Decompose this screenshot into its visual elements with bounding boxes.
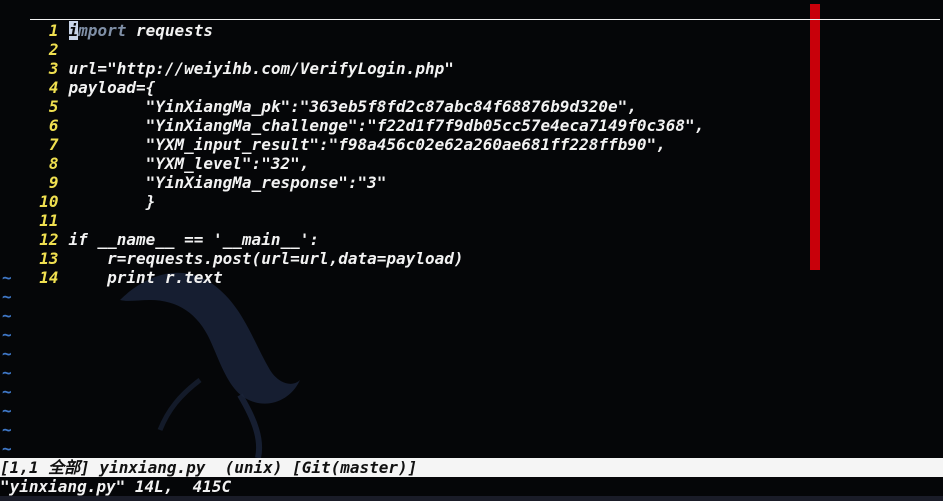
empty-line-marker: ~ (2, 363, 12, 382)
code-line-12[interactable]: 12 if __name__ == '__main__': (0, 211, 319, 249)
empty-line-marker: ~ (2, 344, 12, 363)
command-line[interactable]: "yinxiang.py" 14L, 415C (0, 477, 943, 496)
status-line: [1,1 全部] yinxiang.py (unix) [Git(master)… (0, 458, 943, 477)
empty-line-marker: ~ (2, 306, 12, 325)
code-line-10[interactable]: 10 } (0, 173, 155, 211)
code-line-11[interactable]: 11 (0, 192, 69, 230)
code-line-4[interactable]: 4 payload={ (0, 59, 155, 97)
cursorline-underline (30, 19, 940, 20)
code-line-5[interactable]: 5 "YinXiangMa_pk":"363eb5f8fd2c87abc84f6… (0, 78, 637, 116)
code-line-8[interactable]: 8 "YXM_level":"32", (0, 135, 309, 173)
code-line-14[interactable]: 14 print r.text (0, 249, 222, 287)
line-text: print r.text (68, 268, 223, 287)
code-line-2[interactable]: 2 (0, 21, 69, 59)
code-line-7[interactable]: 7 "YXM_input_result":"f98a456c02e62a260a… (0, 116, 666, 154)
code-line-6[interactable]: 6 "YinXiangMa_challenge":"f22d1f7f9db05c… (0, 97, 704, 135)
vim-editor[interactable]: 1 import requests 2 3 url="http://weiyihb.… (0, 2, 943, 458)
empty-line-marker: ~ (2, 382, 12, 401)
empty-line-marker: ~ (2, 287, 12, 306)
code-line-13[interactable]: 13 r=requests.post(url=url,data=payload) (0, 230, 463, 268)
window-bottom-edge (0, 496, 943, 501)
code-line-3[interactable]: 3 url="http://weiyihb.com/VerifyLogin.php… (0, 40, 454, 78)
text-cursor: i (68, 21, 79, 40)
empty-line-marker: ~ (2, 325, 12, 344)
empty-line-marker: ~ (2, 420, 12, 439)
line-number: 14 (39, 268, 59, 287)
line-text: } (68, 192, 156, 211)
import-target: requests (126, 21, 214, 40)
empty-line-marker: ~ (2, 439, 12, 458)
code-line-9[interactable]: 9 "YinXiangMa_response":"3" (0, 154, 387, 192)
empty-line-marker: ~ (2, 401, 12, 420)
color-column-marker (810, 4, 820, 270)
empty-line-marker: ~ (2, 268, 12, 287)
import-keyword: mport (78, 21, 127, 40)
